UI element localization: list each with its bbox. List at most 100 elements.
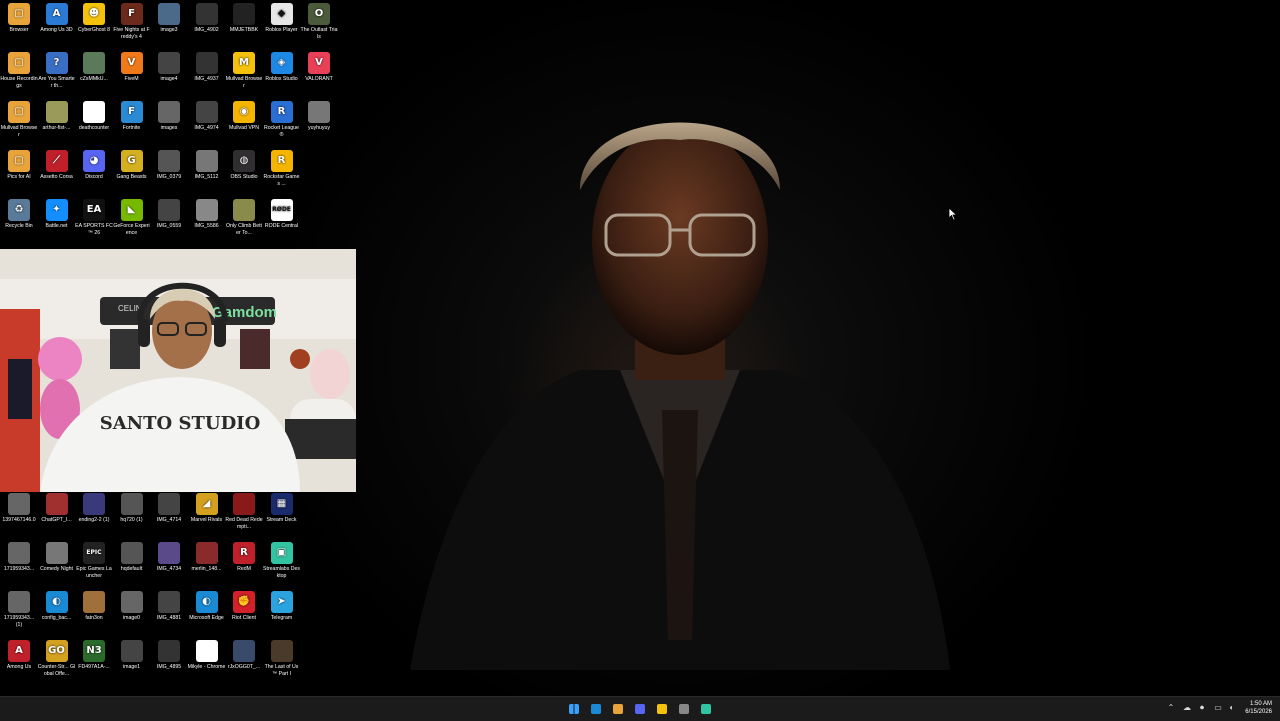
- desktop-icon-label: images: [160, 125, 178, 131]
- desktop-icon[interactable]: ▢ House Recordings: [0, 52, 38, 89]
- desktop-icon[interactable]: hqdefault: [113, 542, 151, 573]
- desktop-icon-label: Streamlabs Desktop: [263, 566, 300, 579]
- settings-taskbar-button[interactable]: [676, 701, 692, 717]
- desktop-icon[interactable]: F Fortnite: [113, 101, 151, 132]
- desktop-icon[interactable]: ◆ Roblox Player: [263, 3, 301, 34]
- start-button[interactable]: [566, 701, 582, 717]
- desktop-icon[interactable]: image0: [113, 591, 151, 622]
- streamlabs-taskbar-button[interactable]: [698, 701, 714, 717]
- desktop-icon[interactable]: IMG_4895: [150, 640, 188, 671]
- desktop-icon-image: [83, 493, 105, 515]
- desktop-icon[interactable]: merlin_148...: [188, 542, 226, 573]
- desktop-icon[interactable]: ▢ Mullvad Browser: [0, 101, 38, 138]
- desktop-icon[interactable]: ? Are You Smarter th...: [38, 52, 76, 89]
- desktop-icon[interactable]: ✦ Battle.net: [38, 199, 76, 230]
- desktop-icon-label: arthur-fist-...: [42, 125, 71, 131]
- desktop-icon[interactable]: ◈ Roblox Studio: [263, 52, 301, 83]
- desktop-icon[interactable]: ⟋ Assetto Corsa: [38, 150, 76, 181]
- onedrive-tray-icon[interactable]: ☁: [1182, 703, 1192, 713]
- desktop-icon[interactable]: 171959343...: [0, 542, 38, 573]
- desktop-icon[interactable]: M Mullvad Browser: [225, 52, 263, 89]
- desktop-icon[interactable]: ▦ Stream Deck: [263, 493, 301, 524]
- desktop-icon-label: ChatGPT_I...: [41, 517, 72, 523]
- desktop-icon[interactable]: G Gang Beasts: [113, 150, 151, 181]
- desktop-icon[interactable]: The Last of Us™ Part I: [263, 640, 301, 677]
- desktop-icon[interactable]: IMG_5586: [188, 199, 226, 230]
- chrome-taskbar-button[interactable]: [610, 701, 626, 717]
- network-tray-icon[interactable]: ▭: [1213, 703, 1223, 713]
- desktop-icon[interactable]: Mikyle - Chrome: [188, 640, 226, 671]
- desktop-icon[interactable]: image3: [150, 3, 188, 34]
- file-explorer-taskbar-button[interactable]: [654, 701, 670, 717]
- desktop-icon[interactable]: Only Climb Better To...: [225, 199, 263, 236]
- desktop-icon[interactable]: O The Outlast Trials: [300, 3, 338, 40]
- desktop-icon[interactable]: ◢ Marvel Rivals: [188, 493, 226, 524]
- desktop-icon[interactable]: Comedy Night: [38, 542, 76, 573]
- volume-tray-icon[interactable]: ◖: [1226, 703, 1236, 713]
- desktop-icon[interactable]: rJxOGG0T_...: [225, 640, 263, 671]
- desktop-icon[interactable]: fatn3on: [75, 591, 113, 622]
- desktop-icon[interactable]: A Among Us 3D: [38, 3, 76, 34]
- desktop-icon[interactable]: image1: [113, 640, 151, 671]
- desktop-icon[interactable]: EPIC Epic Games Launcher: [75, 542, 113, 579]
- desktop-icon[interactable]: IMG_4714: [150, 493, 188, 524]
- desktop-icon-label: Comedy Night: [40, 566, 73, 572]
- desktop-icon[interactable]: MMJETBBK: [225, 3, 263, 34]
- desktop-icon[interactable]: R RedM: [225, 542, 263, 573]
- desktop-icon[interactable]: deathcounter: [75, 101, 113, 132]
- desktop-icon[interactable]: hq720 (1): [113, 493, 151, 524]
- desktop-icon-label: Are You Smarter th...: [38, 76, 75, 89]
- desktop-icon-image: ◕: [83, 150, 105, 172]
- desktop-icon[interactable]: ▢ Pics for AI: [0, 150, 38, 181]
- desktop-icon[interactable]: Red Dead Redempti...: [225, 493, 263, 530]
- desktop-icon[interactable]: R Rockstar Games ...: [263, 150, 301, 187]
- desktop-icon[interactable]: ending2-2 (1): [75, 493, 113, 524]
- desktop-icon[interactable]: ▣ Streamlabs Desktop: [263, 542, 301, 579]
- desktop-icon[interactable]: IMG_0559: [150, 199, 188, 230]
- desktop-icon[interactable]: image4: [150, 52, 188, 83]
- desktop-icon[interactable]: ◉ Mullvad VPN: [225, 101, 263, 132]
- desktop-icon[interactable]: ☻ CyberGhost 8: [75, 3, 113, 34]
- desktop-icon[interactable]: IMG_4734: [150, 542, 188, 573]
- desktop-icon[interactable]: arthur-fist-...: [38, 101, 76, 132]
- desktop-icon[interactable]: 171959343... (1): [0, 591, 38, 628]
- desktop-icon[interactable]: IMG_0379: [150, 150, 188, 181]
- desktop-icon[interactable]: images: [150, 101, 188, 132]
- desktop-icon[interactable]: IMG_4974: [188, 101, 226, 132]
- desktop-icon[interactable]: ChatGPT_I...: [38, 493, 76, 524]
- discord-taskbar-button[interactable]: [632, 701, 648, 717]
- desktop-icon-image: [8, 591, 30, 613]
- desktop-icon[interactable]: GO Counter-Str... Global Offe...: [38, 640, 76, 677]
- desktop-icon-image: ◆: [270, 3, 293, 25]
- desktop-icon[interactable]: ◕ Discord: [75, 150, 113, 181]
- desktop-icon[interactable]: ◣ GeForce Experience: [113, 199, 151, 236]
- microphone-tray-icon[interactable]: ⏺: [1197, 703, 1207, 713]
- desktop-icon[interactable]: ◐ Microsoft Edge: [188, 591, 226, 622]
- desktop-icon[interactable]: ◍ OBS Studio: [225, 150, 263, 181]
- desktop-icon[interactable]: Ⅴ FiveM: [113, 52, 151, 83]
- desktop-icon[interactable]: IMG_5112: [188, 150, 226, 181]
- desktop-icon[interactable]: IMG_4881: [150, 591, 188, 622]
- desktop-icon[interactable]: V VALORANT: [300, 52, 338, 83]
- desktop-icon-image: [158, 493, 180, 515]
- desktop-icon[interactable]: ✊ Riot Client: [225, 591, 263, 622]
- desktop-icon[interactable]: ◐ config_bac...: [38, 591, 76, 622]
- system-clock[interactable]: 1:50 AM 6/15/2026: [1245, 700, 1272, 716]
- tray-overflow-chevron-icon[interactable]: ⌃: [1166, 703, 1176, 713]
- desktop-icon[interactable]: ▢ Browser: [0, 3, 38, 34]
- desktop-icon[interactable]: IMG_4937: [188, 52, 226, 83]
- desktop-icon[interactable]: R Rocket League®: [263, 101, 301, 138]
- desktop-icon[interactable]: F Five Nights at Freddy's 4: [113, 3, 151, 40]
- desktop-icon[interactable]: ♻ Recycle Bin: [0, 199, 38, 230]
- desktop-icon[interactable]: ➤ Telegram: [263, 591, 301, 622]
- edge-taskbar-button[interactable]: [588, 701, 604, 717]
- desktop-icon[interactable]: 1397467146.0: [0, 493, 38, 524]
- desktop-icon[interactable]: EA EA SPORTS FC™ 26: [75, 199, 113, 236]
- desktop-icon[interactable]: cZsMMkU...: [75, 52, 113, 83]
- desktop-icon[interactable]: RØDE RODE Central: [263, 199, 301, 230]
- desktop-icon[interactable]: IMG_4902: [188, 3, 226, 34]
- desktop-icon[interactable]: A Among Us: [0, 640, 38, 671]
- desktop-icon[interactable]: yuyhuyuy: [300, 101, 338, 132]
- desktop-icon-label: image3: [160, 27, 178, 33]
- desktop-icon[interactable]: N3 FD497A1A-...: [75, 640, 113, 671]
